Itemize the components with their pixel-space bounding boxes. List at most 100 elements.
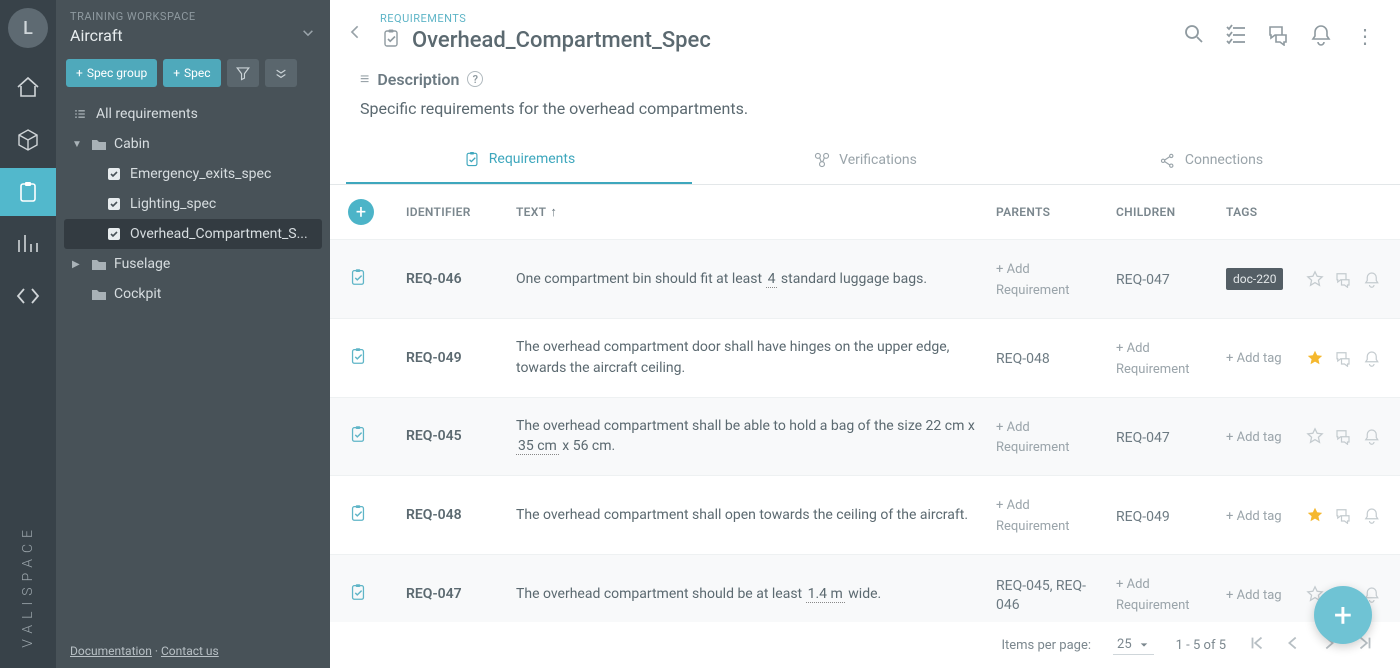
search-icon[interactable] [1182, 22, 1206, 50]
col-children[interactable]: CHILDREN [1116, 205, 1216, 219]
row-identifier[interactable]: REQ-046 [406, 271, 506, 287]
star-icon[interactable] [1306, 506, 1324, 524]
row-text[interactable]: The overhead compartment door shall have… [516, 337, 986, 378]
row-tags: + Add tag [1226, 426, 1296, 447]
workspace-avatar[interactable]: L [8, 8, 48, 48]
row-text[interactable]: The overhead compartment should be at le… [516, 584, 986, 604]
add-tag-link[interactable]: + Add tag [1226, 509, 1282, 524]
children-value[interactable]: REQ-049 [1116, 509, 1170, 525]
nav-home[interactable] [0, 64, 56, 112]
inline-value[interactable]: 35 cm [516, 438, 559, 455]
per-page-select[interactable]: 25 [1113, 635, 1154, 655]
star-icon[interactable] [1306, 270, 1324, 288]
bell-icon[interactable] [1362, 427, 1380, 445]
tree-item-2[interactable]: Lighting_spec [64, 189, 322, 219]
documentation-link[interactable]: Documentation [70, 644, 152, 658]
workspace-dropdown[interactable] [300, 25, 316, 45]
breadcrumb[interactable]: REQUIREMENTS [380, 12, 1172, 25]
add-row-button[interactable]: + [348, 199, 374, 225]
tag-chip[interactable]: doc-220 [1226, 268, 1283, 290]
bell-icon[interactable] [1308, 22, 1332, 50]
back-button[interactable] [342, 18, 370, 46]
tree-item-1[interactable]: Emergency_exits_spec [64, 159, 322, 189]
tree-item-label: Lighting_spec [130, 196, 216, 212]
col-parents[interactable]: PARENTS [996, 205, 1106, 219]
row-more-menu[interactable]: ⋮ [1390, 505, 1400, 526]
expand-icon[interactable]: ▶ [72, 259, 82, 270]
bell-icon[interactable] [1362, 506, 1380, 524]
tree-item-4[interactable]: ▶Fuselage [64, 249, 322, 279]
row-identifier[interactable]: REQ-049 [406, 350, 506, 366]
col-text[interactable]: TEXT↑ [516, 204, 986, 220]
expand-icon[interactable]: ▼ [72, 139, 82, 150]
chat-icon[interactable] [1334, 427, 1352, 445]
col-tags[interactable]: TAGS [1226, 205, 1296, 219]
row-more-menu[interactable]: ⋮ [1390, 347, 1400, 368]
nav-components[interactable] [0, 116, 56, 164]
collapse-button[interactable] [265, 59, 297, 87]
chat-icon[interactable] [1334, 270, 1352, 288]
help-icon[interactable]: ? [467, 71, 483, 87]
list-icon [72, 106, 88, 122]
inline-value[interactable]: 4 [766, 271, 778, 288]
inline-value[interactable]: 1.4 m [806, 586, 845, 603]
tree-item-5[interactable]: Cockpit [64, 279, 322, 309]
row-doc-icon[interactable] [348, 503, 396, 527]
row-doc-icon[interactable] [348, 424, 396, 448]
add-parent-link[interactable]: + Add Requirement [996, 498, 1070, 534]
sort-asc-icon: ↑ [550, 204, 557, 220]
filter-button[interactable] [227, 59, 259, 87]
tree-root-all[interactable]: All requirements [64, 99, 322, 129]
chat-icon[interactable] [1334, 506, 1352, 524]
parents-value[interactable]: REQ-045, REQ-046 [996, 578, 1086, 613]
row-text[interactable]: One compartment bin should fit at least … [516, 269, 986, 289]
star-icon[interactable] [1306, 349, 1324, 367]
description-toggle-icon[interactable]: ≡ [360, 69, 369, 89]
add-tag-link[interactable]: + Add tag [1226, 351, 1282, 366]
checklist-icon[interactable] [1224, 22, 1248, 50]
add-spec-button[interactable]: +Spec [163, 59, 220, 87]
add-child-link[interactable]: + Add Requirement [1116, 341, 1190, 377]
add-spec-group-button[interactable]: +Spec group [66, 59, 157, 87]
row-doc-icon[interactable] [348, 346, 396, 370]
nav-analysis[interactable] [0, 220, 56, 268]
add-parent-link[interactable]: + Add Requirement [996, 420, 1070, 456]
description-text[interactable]: Specific requirements for the overhead c… [360, 99, 1376, 118]
row-identifier[interactable]: REQ-047 [406, 586, 506, 602]
page-prev[interactable] [1284, 634, 1302, 656]
tree-item-3[interactable]: Overhead_Compartment_S... [64, 219, 322, 249]
chat-icon[interactable] [1266, 22, 1290, 50]
children-value[interactable]: REQ-047 [1116, 430, 1170, 446]
row-more-menu[interactable]: ⋮ [1390, 584, 1400, 605]
row-doc-icon[interactable] [348, 267, 396, 291]
tree-item-label: Overhead_Compartment_S... [130, 226, 308, 242]
contact-link[interactable]: Contact us [161, 644, 219, 658]
parents-value[interactable]: REQ-048 [996, 351, 1050, 367]
col-identifier[interactable]: IDENTIFIER [406, 205, 506, 219]
nav-requirements[interactable] [0, 168, 56, 216]
add-tag-link[interactable]: + Add tag [1226, 588, 1282, 603]
add-child-link[interactable]: + Add Requirement [1116, 577, 1190, 613]
row-identifier[interactable]: REQ-048 [406, 507, 506, 523]
add-tag-link[interactable]: + Add tag [1226, 430, 1282, 445]
row-doc-icon[interactable] [348, 582, 396, 606]
header-more-menu[interactable]: ⋮ [1350, 24, 1380, 48]
row-text[interactable]: The overhead compartment shall be able t… [516, 416, 986, 457]
tab-requirements[interactable]: Requirements [346, 136, 692, 184]
tab-connections[interactable]: Connections [1038, 136, 1384, 184]
tree-item-0[interactable]: ▼Cabin [64, 129, 322, 159]
row-more-menu[interactable]: ⋮ [1390, 426, 1400, 447]
bell-icon[interactable] [1362, 349, 1380, 367]
nav-code[interactable] [0, 272, 56, 320]
row-identifier[interactable]: REQ-045 [406, 428, 506, 444]
row-more-menu[interactable]: ⋮ [1390, 268, 1400, 289]
children-value[interactable]: REQ-047 [1116, 272, 1170, 288]
row-text[interactable]: The overhead compartment shall open towa… [516, 505, 986, 525]
page-first[interactable] [1248, 634, 1266, 656]
chat-icon[interactable] [1334, 349, 1352, 367]
bell-icon[interactable] [1362, 270, 1380, 288]
star-icon[interactable] [1306, 427, 1324, 445]
fab-add[interactable]: + [1314, 586, 1372, 644]
tab-verifications[interactable]: Verifications [692, 136, 1038, 184]
add-parent-link[interactable]: + Add Requirement [996, 262, 1070, 298]
